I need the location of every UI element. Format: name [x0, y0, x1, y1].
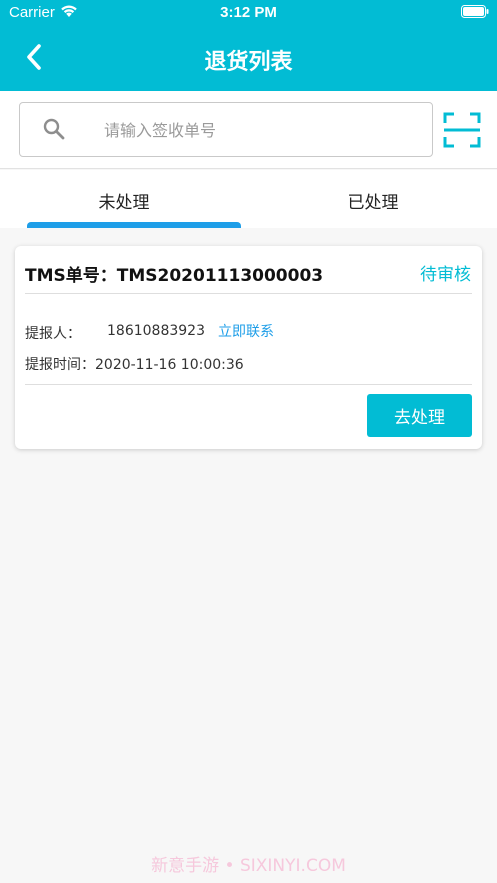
active-tab-indicator [27, 222, 241, 228]
tab-processed[interactable]: 已处理 [249, 170, 497, 228]
search-input[interactable] [104, 117, 404, 143]
card-divider [25, 293, 472, 294]
top-header: Carrier 3:12 PM 退货列表 [0, 0, 497, 91]
submitter-phone: 18610883923 [107, 323, 205, 339]
submitter-label: 提报人： [25, 326, 81, 342]
tms-value: TMS20201113000003 [116, 266, 324, 286]
status-bar: Carrier 3:12 PM [0, 0, 497, 26]
status-time: 3:12 PM [220, 4, 277, 21]
submit-time-row: 提报时间：2020-11-16 10:00:36 [25, 354, 244, 374]
order-card-header: TMS单号：TMS20201113000003 待审核 [15, 246, 482, 294]
card-divider [25, 384, 472, 385]
submitter-row: 提报人： 18610883923 立即联系 [25, 323, 274, 343]
tab-label: 已处理 [347, 193, 399, 213]
submit-time-label: 提报时间： [25, 357, 95, 373]
tms-number: TMS单号：TMS20201113000003 [25, 261, 323, 286]
page-title: 退货列表 [204, 50, 293, 75]
watermark: 新意手游 • SIXINYI.COM [151, 856, 346, 876]
nav-bar: 退货列表 [0, 26, 497, 91]
submit-time-value: 2020-11-16 10:00:36 [95, 357, 244, 373]
tab-bar: 未处理 已处理 [0, 170, 497, 228]
search-box[interactable] [19, 102, 433, 157]
search-icon [43, 118, 65, 140]
tab-unprocessed[interactable]: 未处理 [0, 170, 248, 228]
battery-icon [461, 5, 489, 18]
tab-label: 未处理 [98, 193, 150, 213]
tms-label: TMS单号： [25, 266, 117, 286]
status-badge: 待审核 [420, 265, 471, 285]
process-button[interactable]: 去处理 [367, 394, 472, 437]
scan-icon[interactable] [442, 111, 482, 149]
order-card: TMS单号：TMS20201113000003 待审核 提报人： 1861088… [15, 246, 482, 449]
contact-now-link[interactable]: 立即联系 [218, 321, 274, 341]
search-row [0, 91, 497, 169]
